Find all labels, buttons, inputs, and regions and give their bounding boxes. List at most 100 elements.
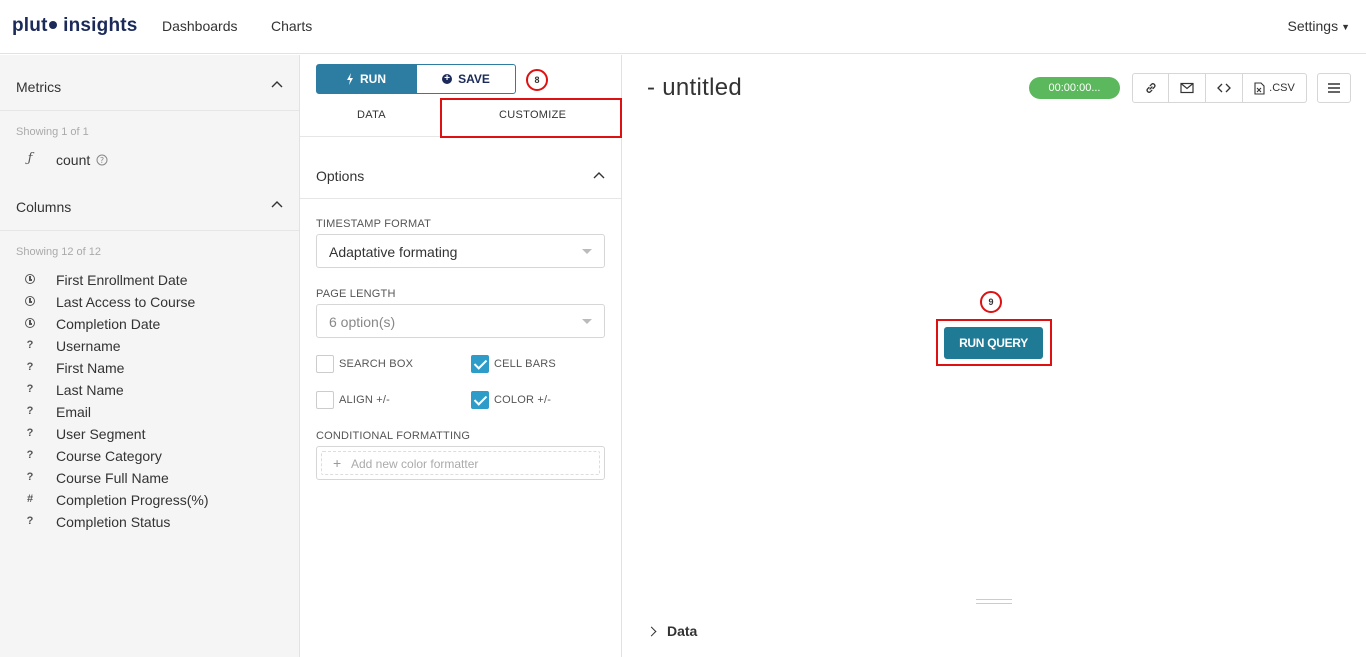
cell-bars-checkbox[interactable] bbox=[471, 355, 489, 373]
column-label: Last Access to Course bbox=[56, 294, 196, 310]
run-button[interactable]: RUN bbox=[316, 64, 416, 94]
column-label: Completion Date bbox=[56, 316, 161, 332]
column-item[interactable]: ? Username bbox=[0, 336, 299, 358]
more-options-button[interactable] bbox=[1317, 73, 1351, 103]
column-item[interactable]: First Enrollment Date bbox=[0, 270, 299, 292]
step-badge-8: 8 bbox=[526, 69, 548, 91]
options-section-header[interactable]: Options bbox=[300, 137, 621, 199]
plus-icon: + bbox=[333, 455, 342, 471]
chevron-right-icon bbox=[646, 626, 657, 637]
brand-name-part1: plut bbox=[12, 15, 48, 36]
settings-menu[interactable]: Settings ▼ bbox=[1287, 18, 1350, 34]
caret-down-icon bbox=[582, 319, 592, 324]
timestamp-format-value: Adaptative formating bbox=[329, 244, 458, 260]
column-item[interactable]: ? Course Full Name bbox=[0, 468, 299, 490]
function-icon: ƒ bbox=[27, 151, 33, 166]
search-box-checkbox[interactable] bbox=[316, 355, 334, 373]
step-badge-9: 9 bbox=[980, 291, 1002, 313]
question-icon: ? bbox=[26, 471, 34, 483]
metric-item[interactable]: ƒ count ? bbox=[0, 150, 299, 172]
brand-dot-icon bbox=[48, 21, 57, 30]
nav-link-dashboards[interactable]: Dashboards bbox=[162, 18, 238, 34]
lightning-icon bbox=[347, 73, 353, 85]
color-checkbox[interactable] bbox=[471, 391, 489, 409]
export-csv-button[interactable]: .CSV bbox=[1243, 73, 1307, 103]
clock-icon bbox=[24, 317, 36, 331]
metrics-count: Showing 1 of 1 bbox=[16, 126, 89, 138]
options-title: Options bbox=[316, 168, 365, 184]
chevron-up-icon[interactable] bbox=[271, 79, 283, 91]
column-item[interactable]: ? Email bbox=[0, 402, 299, 424]
query-timer-badge: 00:00:00... bbox=[1029, 77, 1120, 99]
run-label: RUN bbox=[360, 72, 386, 86]
column-label: Completion Progress(%) bbox=[56, 492, 209, 508]
chart-area: - untitled 00:00:00... .CSV 9 RUN QUERY … bbox=[622, 55, 1366, 657]
page-length-value: 6 option(s) bbox=[329, 314, 396, 330]
chart-title[interactable]: - untitled bbox=[647, 74, 742, 102]
column-label: Completion Status bbox=[56, 514, 171, 530]
highlight-box-customize bbox=[440, 98, 622, 138]
metrics-section-header[interactable]: Metrics bbox=[0, 55, 299, 111]
column-item[interactable]: ? Last Name bbox=[0, 380, 299, 402]
conditional-formatting-box: + Add new color formatter bbox=[316, 446, 605, 480]
question-icon: ? bbox=[26, 405, 34, 417]
column-label: Email bbox=[56, 404, 92, 420]
column-label: Last Name bbox=[56, 382, 124, 398]
code-icon bbox=[1217, 83, 1231, 93]
clock-icon bbox=[24, 295, 36, 309]
page-length-label: PAGE LENGTH bbox=[316, 288, 396, 300]
nav-link-charts[interactable]: Charts bbox=[271, 18, 312, 34]
question-icon: ? bbox=[26, 361, 34, 373]
help-icon[interactable]: ? bbox=[96, 154, 108, 166]
copy-link-button[interactable] bbox=[1132, 73, 1169, 103]
resize-handle[interactable] bbox=[976, 599, 1012, 604]
question-icon: ? bbox=[26, 515, 34, 527]
link-icon bbox=[1145, 83, 1156, 93]
top-navbar: plut insights Dashboards Charts Settings… bbox=[0, 0, 1366, 54]
search-box-label: SEARCH BOX bbox=[339, 358, 414, 370]
column-label: First Enrollment Date bbox=[56, 272, 188, 288]
datasource-sidebar: Metrics Showing 1 of 1 ƒ count ? Columns… bbox=[0, 55, 300, 657]
email-button[interactable] bbox=[1169, 73, 1206, 103]
columns-count: Showing 12 of 12 bbox=[16, 246, 102, 258]
chart-action-toolbar: .CSV bbox=[1132, 73, 1307, 103]
column-label: Course Category bbox=[56, 448, 162, 464]
timestamp-format-label: TIMESTAMP FORMAT bbox=[316, 218, 432, 230]
metric-label: count ? bbox=[56, 152, 108, 168]
save-button[interactable]: + SAVE bbox=[416, 64, 516, 94]
column-item[interactable]: Completion Date bbox=[0, 314, 299, 336]
chevron-up-icon[interactable] bbox=[271, 199, 283, 211]
page-length-select[interactable]: 6 option(s) bbox=[316, 304, 605, 338]
plus-circle-icon: + bbox=[442, 74, 453, 84]
brand-logo[interactable]: plut insights bbox=[12, 15, 138, 37]
columns-title: Columns bbox=[16, 199, 72, 215]
data-section-label: Data bbox=[667, 623, 698, 639]
column-label: Course Full Name bbox=[56, 470, 169, 486]
file-excel-icon bbox=[1254, 81, 1265, 95]
column-item[interactable]: ? First Name bbox=[0, 358, 299, 380]
question-icon: ? bbox=[26, 449, 34, 461]
control-panel: RUN + SAVE 8 DATA CUSTOMIZE Options TIME… bbox=[300, 55, 622, 657]
chevron-up-icon[interactable] bbox=[593, 170, 605, 182]
align-checkbox[interactable] bbox=[316, 391, 334, 409]
column-item[interactable]: ? Completion Status bbox=[0, 512, 299, 534]
question-icon: ? bbox=[26, 339, 34, 351]
data-section-toggle[interactable]: Data bbox=[646, 623, 698, 639]
column-item[interactable]: # Completion Progress(%) bbox=[0, 490, 299, 512]
tab-data[interactable]: DATA bbox=[357, 109, 386, 121]
run-query-button[interactable]: RUN QUERY bbox=[944, 327, 1043, 359]
hamburger-icon bbox=[1328, 83, 1340, 93]
columns-section-header[interactable]: Columns bbox=[0, 175, 299, 231]
column-item[interactable]: ? User Segment bbox=[0, 424, 299, 446]
column-item[interactable]: ? Course Category bbox=[0, 446, 299, 468]
save-label: SAVE bbox=[458, 72, 490, 86]
column-label: User Segment bbox=[56, 426, 146, 442]
timestamp-format-select[interactable]: Adaptative formating bbox=[316, 234, 605, 268]
add-color-formatter-label: Add new color formatter bbox=[351, 457, 479, 471]
hash-icon: # bbox=[26, 493, 34, 505]
column-item[interactable]: Last Access to Course bbox=[0, 292, 299, 314]
embed-code-button[interactable] bbox=[1206, 73, 1243, 103]
add-color-formatter-button[interactable]: + Add new color formatter bbox=[321, 451, 600, 475]
align-label: ALIGN +/- bbox=[339, 394, 391, 406]
clock-icon bbox=[24, 273, 36, 287]
